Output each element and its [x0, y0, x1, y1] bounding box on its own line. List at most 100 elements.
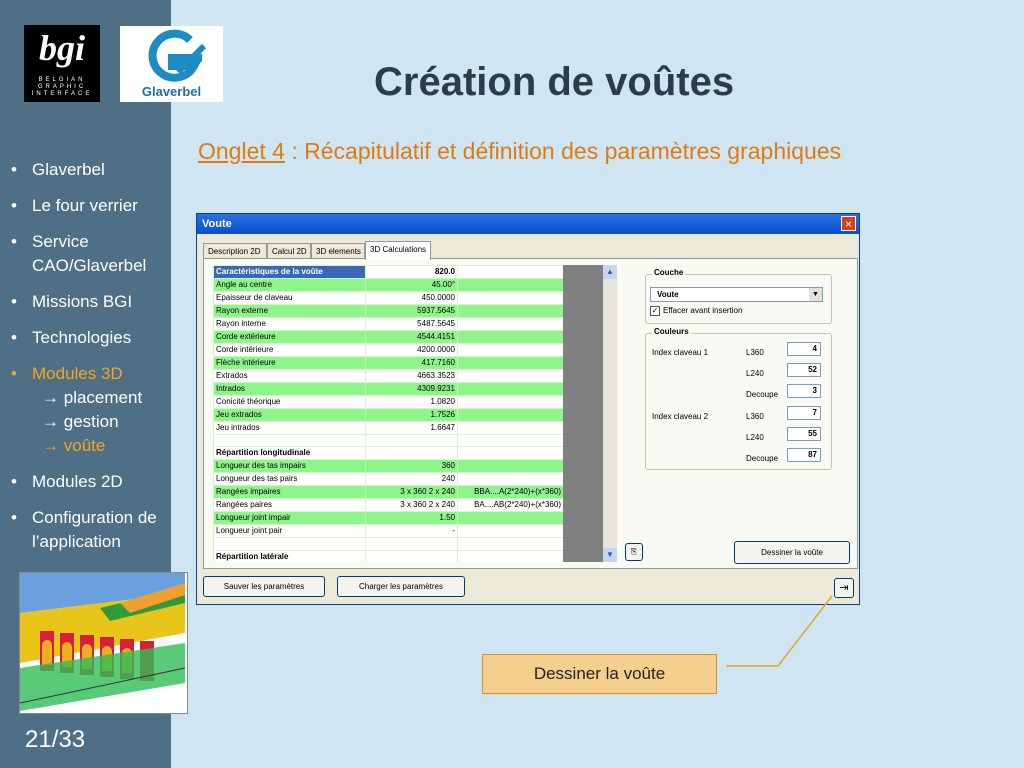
- tab-description-2d[interactable]: Description 2D: [203, 243, 267, 259]
- tab-3d-calculations[interactable]: 3D Calculations: [365, 241, 431, 260]
- table-cell[interactable]: [365, 537, 458, 551]
- table-row[interactable]: Rangées paires 3 x 360 2 x 240 BA....AB(2*…: [213, 498, 563, 513]
- table-cell[interactable]: [365, 446, 458, 461]
- effacer-checkbox[interactable]: ✓ Effacer avant insertion: [650, 306, 742, 316]
- table-cell[interactable]: Corde intérieure: [213, 343, 366, 357]
- table-cell[interactable]: 3 x 360 2 x 240: [365, 485, 458, 500]
- scroll-up-icon[interactable]: ▲: [603, 265, 617, 279]
- table-cell[interactable]: 5487.5645: [365, 317, 458, 331]
- table-cell[interactable]: [457, 278, 563, 292]
- table-row[interactable]: [213, 433, 563, 448]
- save-params-button[interactable]: Sauver les paramètres: [203, 576, 325, 597]
- table-row[interactable]: Longueur des tas impairs 360: [213, 459, 563, 474]
- table-cell[interactable]: Rangées impaires: [213, 485, 366, 500]
- table-cell[interactable]: [457, 395, 563, 409]
- claveau1-l240-field[interactable]: 52: [787, 363, 821, 377]
- table-cell[interactable]: 4544.4151: [365, 330, 458, 344]
- draw-vault-button[interactable]: Dessiner la voûte: [734, 541, 850, 564]
- table-cell[interactable]: 4309.9231: [365, 382, 458, 396]
- nav-item-glaverbel[interactable]: • Glaverbel: [10, 158, 170, 182]
- table-cell[interactable]: 360: [365, 459, 458, 474]
- table-cell[interactable]: [457, 433, 563, 448]
- nav-sub-voute[interactable]: → voûte: [42, 434, 170, 458]
- table-cell[interactable]: Longueur joint pair: [213, 524, 366, 539]
- table-cell[interactable]: [457, 549, 563, 562]
- table-cell[interactable]: 1.6647: [365, 421, 458, 435]
- table-cell[interactable]: [457, 265, 563, 279]
- table-cell[interactable]: [457, 291, 563, 305]
- table-row[interactable]: Longueur joint pair -: [213, 524, 563, 539]
- table-cell[interactable]: 820.0: [365, 265, 458, 279]
- table-row[interactable]: Jeu intrados 1.6647: [213, 421, 563, 435]
- table-cell[interactable]: Conicité théorique: [213, 395, 366, 409]
- table-row[interactable]: Longueur joint impair 1.50: [213, 511, 563, 526]
- table-cell[interactable]: Epaisseur de claveau: [213, 291, 366, 305]
- table-cell[interactable]: [457, 382, 563, 396]
- table-cell[interactable]: Longueur des tas impairs: [213, 459, 366, 474]
- table-cell[interactable]: [457, 511, 563, 526]
- tab-calcul-2d[interactable]: Calcul 2D: [267, 243, 311, 259]
- table-cell[interactable]: 417.7160: [365, 356, 458, 370]
- table-cell[interactable]: [457, 304, 563, 318]
- nav-sub-gestion[interactable]: → gestion: [42, 410, 170, 434]
- table-row[interactable]: Répartition longitudinale: [213, 446, 563, 461]
- table-cell[interactable]: Jeu intrados: [213, 421, 366, 435]
- table-cell[interactable]: Rangées paires: [213, 498, 366, 513]
- table-cell[interactable]: 45.00°: [365, 278, 458, 292]
- table-cell[interactable]: Répartition longitudinale: [213, 446, 366, 461]
- nav-item-service-cao[interactable]: • Service CAO/Glaverbel: [10, 230, 170, 278]
- chevron-down-icon[interactable]: ▼: [809, 288, 822, 301]
- table-row[interactable]: Longueur des tas pairs 240: [213, 472, 563, 487]
- table-cell[interactable]: Corde extérieure: [213, 330, 366, 344]
- claveau1-l360-field[interactable]: 4: [787, 342, 821, 356]
- table-row[interactable]: Flèche intérieure 417.7160: [213, 356, 563, 370]
- table-cell[interactable]: 4200.0000: [365, 343, 458, 357]
- table-cell[interactable]: Flèche intérieure: [213, 356, 366, 370]
- claveau1-decoupe-field[interactable]: 3: [787, 384, 821, 398]
- table-cell[interactable]: [457, 472, 563, 487]
- calculation-grid[interactable]: Caractéristiques de la voûte 820.0 Angle a…: [213, 265, 563, 562]
- table-cell[interactable]: Longueur des tas pairs: [213, 472, 366, 487]
- table-cell[interactable]: [457, 459, 563, 474]
- nav-item-modules-3d[interactable]: • Modules 3D → placement → gestion → voût…: [10, 362, 170, 458]
- table-cell[interactable]: [457, 343, 563, 357]
- table-row[interactable]: Epaisseur de claveau 450.0000: [213, 291, 563, 305]
- nav-sub-placement[interactable]: → placement: [42, 386, 170, 410]
- table-cell[interactable]: [213, 433, 366, 448]
- table-cell[interactable]: Longueur joint impair: [213, 511, 366, 526]
- scroll-down-icon[interactable]: ▼: [603, 548, 617, 562]
- table-cell[interactable]: 3 x 360 2 x 240: [365, 498, 458, 513]
- table-row[interactable]: Extrados 4663.3523: [213, 369, 563, 383]
- tab-3d-elements[interactable]: 3D elements: [311, 243, 365, 259]
- table-cell[interactable]: [457, 369, 563, 383]
- couche-select[interactable]: Voute ▼: [650, 287, 823, 302]
- table-cell[interactable]: Angle au centre: [213, 278, 366, 292]
- table-row[interactable]: Rayon interne 5487.5645: [213, 317, 563, 331]
- table-row[interactable]: Intrados 4309.9231: [213, 382, 563, 396]
- table-row[interactable]: Caractéristiques de la voûte 820.0: [213, 265, 563, 279]
- close-icon[interactable]: ×: [841, 216, 856, 231]
- table-row[interactable]: Angle au centre 45.00°: [213, 278, 563, 292]
- table-cell[interactable]: -: [365, 524, 458, 539]
- claveau2-decoupe-field[interactable]: 87: [787, 448, 821, 462]
- subtitle-link[interactable]: Onglet 4: [198, 138, 285, 164]
- table-cell[interactable]: 240: [365, 472, 458, 487]
- table-cell[interactable]: Extrados: [213, 369, 366, 383]
- table-row[interactable]: Conicité théorique 1.0820: [213, 395, 563, 409]
- table-cell[interactable]: Caractéristiques de la voûte: [213, 265, 366, 279]
- table-cell[interactable]: 4663.3523: [365, 369, 458, 383]
- table-row[interactable]: Répartition latérale: [213, 549, 563, 562]
- nav-item-four-verrier[interactable]: • Le four verrier: [10, 194, 170, 218]
- table-row[interactable]: Rayon externe 5937.5645: [213, 304, 563, 318]
- nav-item-missions-bgi[interactable]: • Missions BGI: [10, 290, 170, 314]
- table-cell[interactable]: [365, 433, 458, 448]
- copy-icon[interactable]: ⎘: [625, 543, 643, 561]
- table-cell[interactable]: BA....AB(2*240)+(x*360): [457, 498, 563, 513]
- claveau2-l360-field[interactable]: 7: [787, 406, 821, 420]
- table-cell[interactable]: [457, 421, 563, 435]
- claveau2-l240-field[interactable]: 55: [787, 427, 821, 441]
- table-cell[interactable]: [457, 524, 563, 539]
- nav-item-configuration[interactable]: • Configuration de l’application: [10, 506, 170, 554]
- grid-scrollbar[interactable]: ▲ ▼: [603, 265, 617, 562]
- table-cell[interactable]: 5937.5645: [365, 304, 458, 318]
